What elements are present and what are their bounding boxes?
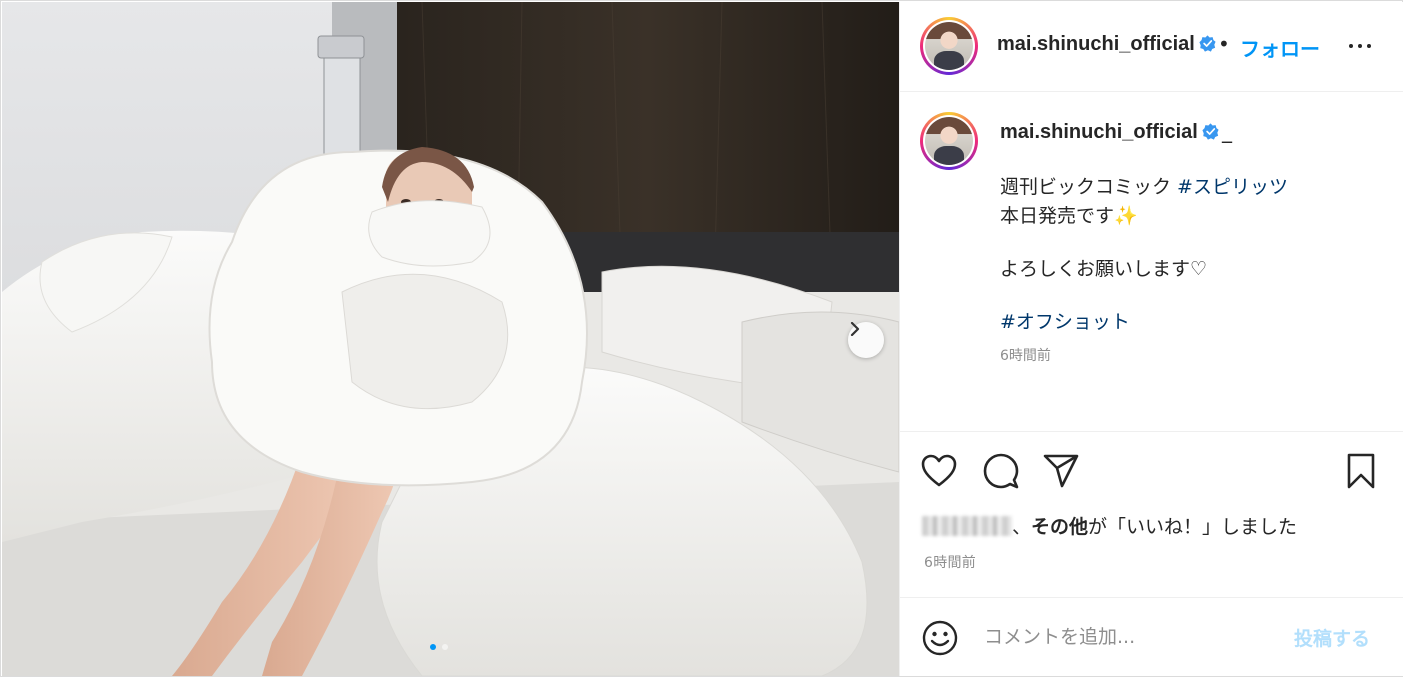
caption-line: #オフショット	[1000, 308, 1288, 337]
caption-line: 週刊ビックコミック #スピリッツ	[1000, 176, 1288, 198]
avatar-image	[925, 22, 973, 70]
hashtag-link[interactable]: #オフショット	[1000, 311, 1130, 333]
likes-others-link[interactable]: その他	[1031, 516, 1088, 538]
comment-bar: 投稿する	[900, 597, 1403, 676]
caption-marker: _	[1222, 119, 1232, 143]
carousel-indicator	[430, 644, 448, 650]
save-button[interactable]	[1342, 452, 1380, 490]
header-username[interactable]: mai.shinuchi_official	[997, 33, 1216, 56]
verified-badge-icon	[1202, 123, 1219, 140]
follow-button[interactable]: フォロー	[1240, 33, 1320, 62]
avatar-image	[925, 117, 973, 165]
post-modal: mai.shinuchi_official • フォロー mai.shinuch…	[0, 0, 1403, 677]
separator-dot: •	[1218, 32, 1230, 56]
username-text[interactable]: mai.shinuchi_official	[997, 33, 1195, 55]
next-photo-button[interactable]	[848, 322, 884, 358]
post-timestamp[interactable]: 6時間前	[924, 552, 976, 572]
caption-text: 週刊ビックコミック #スピリッツ 本日発売です✨ よろしくお願いします♡ #オフ…	[1000, 173, 1288, 337]
caption-username[interactable]: mai.shinuchi_official	[1000, 121, 1219, 144]
bookmark-icon	[1347, 453, 1375, 489]
emoji-button[interactable]	[922, 620, 958, 656]
post-photo[interactable]	[2, 2, 899, 676]
likes-summary: 、その他が「いいね！」しました	[922, 512, 1297, 539]
chevron-right-icon	[850, 322, 860, 336]
verified-badge-icon	[1199, 35, 1216, 52]
heart-icon	[921, 454, 957, 487]
like-button[interactable]	[920, 452, 958, 490]
caption-timestamp[interactable]: 6時間前	[1000, 345, 1051, 365]
comment-icon	[983, 453, 1019, 489]
caption-section: mai.shinuchi_official _ 週刊ビックコミック #スピリッツ…	[900, 93, 1403, 431]
post-side-panel: mai.shinuchi_official • フォロー mai.shinuch…	[899, 2, 1403, 676]
avatar[interactable]	[920, 17, 978, 75]
caption-line: 本日発売です✨	[1000, 205, 1138, 227]
hashtag-link[interactable]: #スピリッツ	[1177, 176, 1288, 198]
caption-avatar[interactable]	[920, 112, 978, 170]
comment-input[interactable]	[984, 622, 1274, 652]
share-button[interactable]	[1042, 452, 1080, 490]
actions-section: 、その他が「いいね！」しました 6時間前	[900, 431, 1403, 597]
caption-line: よろしくお願いします♡	[1000, 258, 1208, 280]
post-comment-button[interactable]: 投稿する	[1294, 624, 1370, 651]
carousel-dot	[442, 644, 448, 650]
comment-button[interactable]	[982, 452, 1020, 490]
blurred-username	[922, 516, 1012, 536]
photo-image	[2, 2, 899, 676]
username-text[interactable]: mai.shinuchi_official	[1000, 121, 1198, 143]
share-icon	[1043, 454, 1079, 488]
more-options-icon[interactable]	[1346, 36, 1374, 56]
emoji-icon	[922, 620, 958, 656]
post-header: mai.shinuchi_official • フォロー	[900, 2, 1403, 92]
carousel-dot-active	[430, 644, 436, 650]
